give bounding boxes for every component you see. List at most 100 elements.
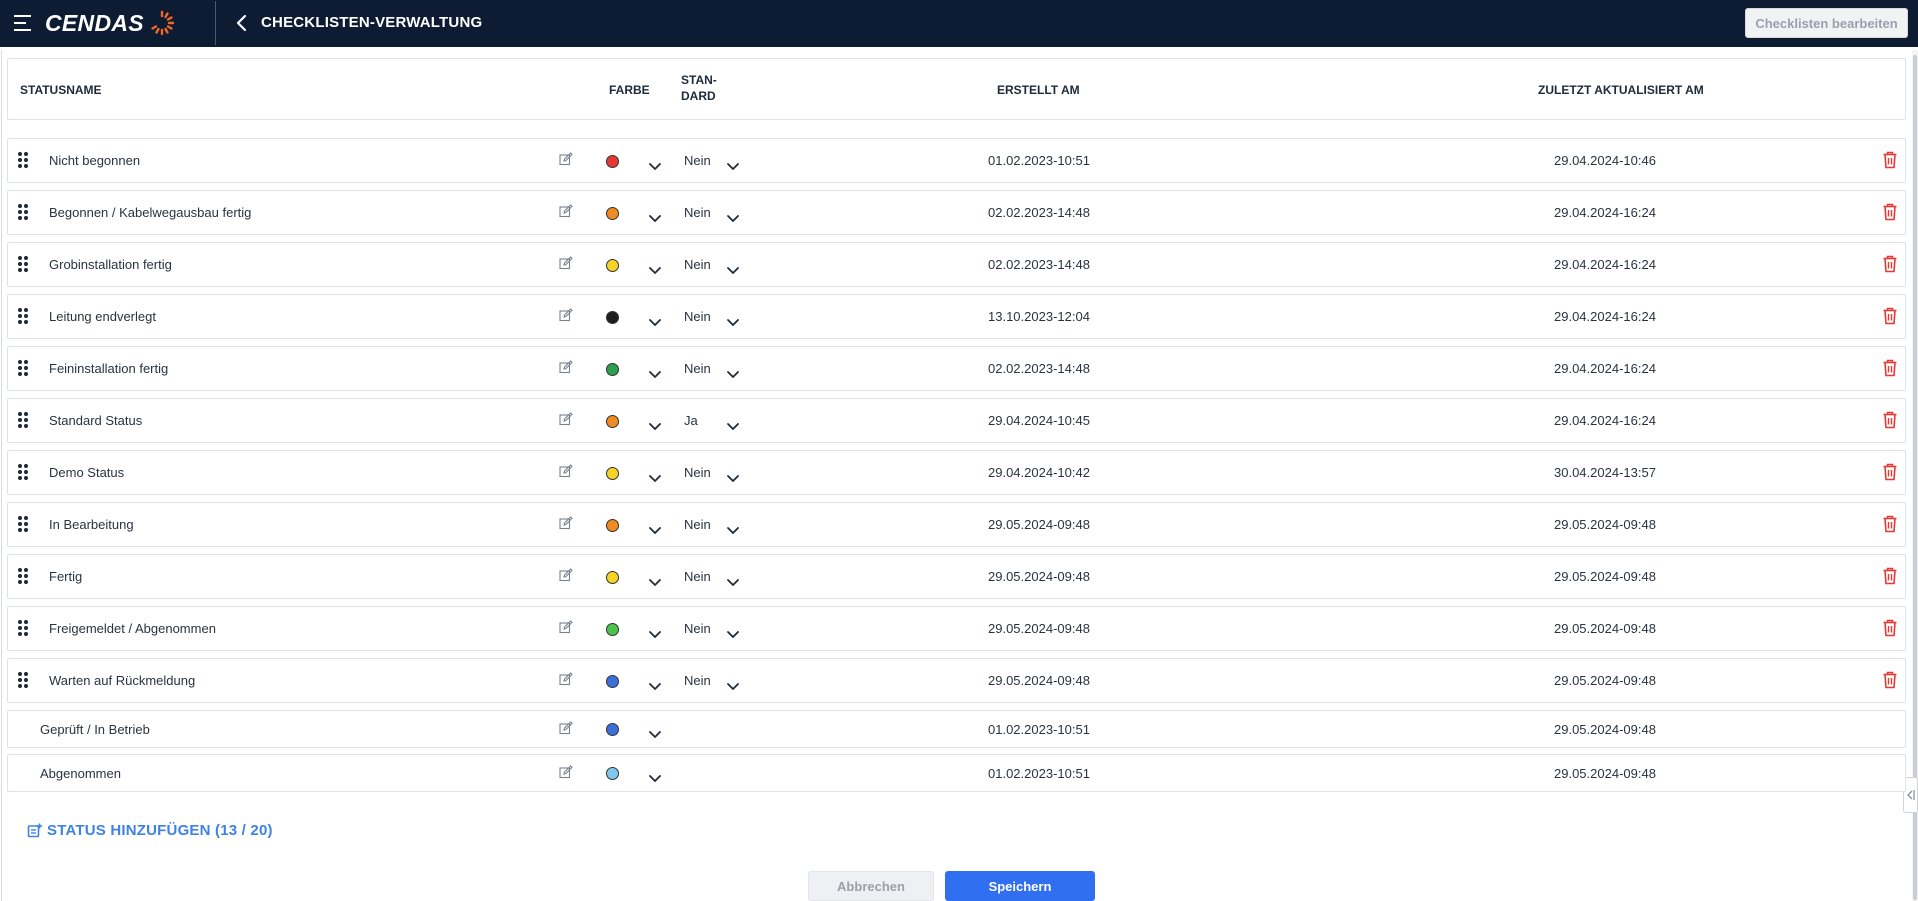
standard-select[interactable]: Nein: [684, 673, 711, 688]
status-color-dot: [606, 767, 619, 780]
edit-icon[interactable]: [559, 765, 573, 779]
status-name: Nicht begonnen: [49, 153, 141, 168]
status-color-dot: [606, 519, 619, 532]
drag-handle-icon[interactable]: [18, 516, 28, 532]
table-row: Fertig Nein 29.05.2024-09:48 29.05.2024-09:…: [7, 554, 1906, 599]
status-color-dot: [606, 155, 619, 168]
standard-select[interactable]: Nein: [684, 569, 711, 584]
standard-select[interactable]: Nein: [684, 465, 711, 480]
created-date: 29.05.2024-09:48: [988, 517, 1090, 532]
edit-icon[interactable]: [559, 152, 573, 166]
status-color-dot: [606, 259, 619, 272]
standard-dropdown-chevron-icon[interactable]: [726, 314, 740, 326]
logo-sunburst-icon: [151, 10, 175, 36]
standard-select[interactable]: Ja: [684, 413, 698, 428]
standard-dropdown-chevron-icon[interactable]: [726, 418, 740, 430]
edit-checklists-button[interactable]: Checklisten bearbeiten: [1745, 8, 1908, 38]
column-header-standard-line1: STAN-: [681, 73, 717, 87]
standard-dropdown-chevron-icon[interactable]: [726, 366, 740, 378]
drag-handle-icon[interactable]: [18, 672, 28, 688]
color-dropdown-chevron-icon[interactable]: [648, 522, 662, 534]
delete-trash-icon[interactable]: [1882, 151, 1898, 169]
delete-trash-icon[interactable]: [1882, 515, 1898, 533]
drag-handle-icon[interactable]: [18, 568, 28, 584]
edit-icon[interactable]: [559, 516, 573, 530]
standard-select[interactable]: Nein: [684, 309, 711, 324]
standard-dropdown-chevron-icon[interactable]: [726, 574, 740, 586]
menu-icon[interactable]: [14, 15, 31, 31]
standard-select[interactable]: Nein: [684, 517, 711, 532]
delete-trash-icon[interactable]: [1882, 567, 1898, 585]
updated-date: 29.05.2024-09:48: [1554, 722, 1656, 737]
color-dropdown-chevron-icon[interactable]: [648, 626, 662, 638]
delete-trash-icon[interactable]: [1882, 463, 1898, 481]
drag-handle-icon[interactable]: [18, 204, 28, 220]
drag-handle-icon[interactable]: [18, 256, 28, 272]
drag-handle-icon[interactable]: [18, 152, 28, 168]
created-date: 01.02.2023-10:51: [988, 153, 1090, 168]
edit-icon[interactable]: [559, 308, 573, 322]
delete-trash-icon[interactable]: [1882, 359, 1898, 377]
edit-icon[interactable]: [559, 412, 573, 426]
color-dropdown-chevron-icon[interactable]: [648, 158, 662, 170]
standard-select[interactable]: Nein: [684, 257, 711, 272]
color-dropdown-chevron-icon[interactable]: [648, 366, 662, 378]
standard-dropdown-chevron-icon[interactable]: [726, 210, 740, 222]
column-header-aktualisiert: ZULETZT AKTUALISIERT AM: [1538, 83, 1704, 97]
table-row: Demo Status Nein 29.04.2024-10:42 30.04.202…: [7, 450, 1906, 495]
edit-icon[interactable]: [559, 620, 573, 634]
delete-trash-icon[interactable]: [1882, 671, 1898, 689]
drag-handle-icon[interactable]: [18, 464, 28, 480]
edit-icon[interactable]: [559, 464, 573, 478]
delete-trash-icon[interactable]: [1882, 203, 1898, 221]
save-button[interactable]: Speichern: [945, 871, 1095, 901]
standard-select[interactable]: Nein: [684, 153, 711, 168]
edit-icon[interactable]: [559, 256, 573, 270]
standard-dropdown-chevron-icon[interactable]: [726, 522, 740, 534]
delete-trash-icon[interactable]: [1882, 411, 1898, 429]
edit-icon[interactable]: [559, 721, 573, 735]
delete-trash-icon[interactable]: [1882, 619, 1898, 637]
created-date: 29.04.2024-10:42: [988, 465, 1090, 480]
status-color-dot: [606, 723, 619, 736]
drag-handle-icon[interactable]: [18, 412, 28, 428]
standard-dropdown-chevron-icon[interactable]: [726, 158, 740, 170]
color-dropdown-chevron-icon[interactable]: [648, 314, 662, 326]
drag-handle-icon[interactable]: [18, 308, 28, 324]
color-dropdown-chevron-icon[interactable]: [648, 770, 662, 782]
standard-select[interactable]: Nein: [684, 205, 711, 220]
back-arrow-icon[interactable]: [234, 13, 250, 33]
color-dropdown-chevron-icon[interactable]: [648, 726, 662, 738]
standard-dropdown-chevron-icon[interactable]: [726, 626, 740, 638]
color-dropdown-chevron-icon[interactable]: [648, 262, 662, 274]
cancel-button[interactable]: Abbrechen: [808, 871, 934, 901]
column-header-erstellt: ERSTELLT AM: [997, 83, 1080, 97]
table-row: Begonnen / Kabelwegausbau fertig Nein 02.0…: [7, 190, 1906, 235]
standard-dropdown-chevron-icon[interactable]: [726, 470, 740, 482]
table-row: Leitung endverlegt Nein 13.10.2023-12:04 29…: [7, 294, 1906, 339]
status-name: Demo Status: [49, 465, 125, 480]
drag-handle-icon[interactable]: [18, 620, 28, 636]
edit-icon[interactable]: [559, 360, 573, 374]
color-dropdown-chevron-icon[interactable]: [648, 210, 662, 222]
created-date: 01.02.2023-10:51: [988, 722, 1090, 737]
created-date: 29.05.2024-09:48: [988, 621, 1090, 636]
standard-select[interactable]: Nein: [684, 361, 711, 376]
edit-icon[interactable]: [559, 204, 573, 218]
standard-dropdown-chevron-icon[interactable]: [726, 262, 740, 274]
color-dropdown-chevron-icon[interactable]: [648, 574, 662, 586]
color-dropdown-chevron-icon[interactable]: [648, 678, 662, 690]
edit-icon[interactable]: [559, 672, 573, 686]
drag-handle-icon[interactable]: [18, 360, 28, 376]
scrollbar-thumb[interactable]: [1913, 55, 1917, 900]
edit-icon[interactable]: [559, 568, 573, 582]
standard-select[interactable]: Nein: [684, 621, 711, 636]
add-status-button[interactable]: STATUS HINZUFÜGEN (13 / 20): [27, 822, 273, 839]
delete-trash-icon[interactable]: [1882, 255, 1898, 273]
standard-dropdown-chevron-icon[interactable]: [726, 678, 740, 690]
status-color-dot: [606, 571, 619, 584]
delete-trash-icon[interactable]: [1882, 307, 1898, 325]
color-dropdown-chevron-icon[interactable]: [648, 418, 662, 430]
color-dropdown-chevron-icon[interactable]: [648, 470, 662, 482]
status-name: Geprüft / In Betrieb: [40, 722, 150, 737]
